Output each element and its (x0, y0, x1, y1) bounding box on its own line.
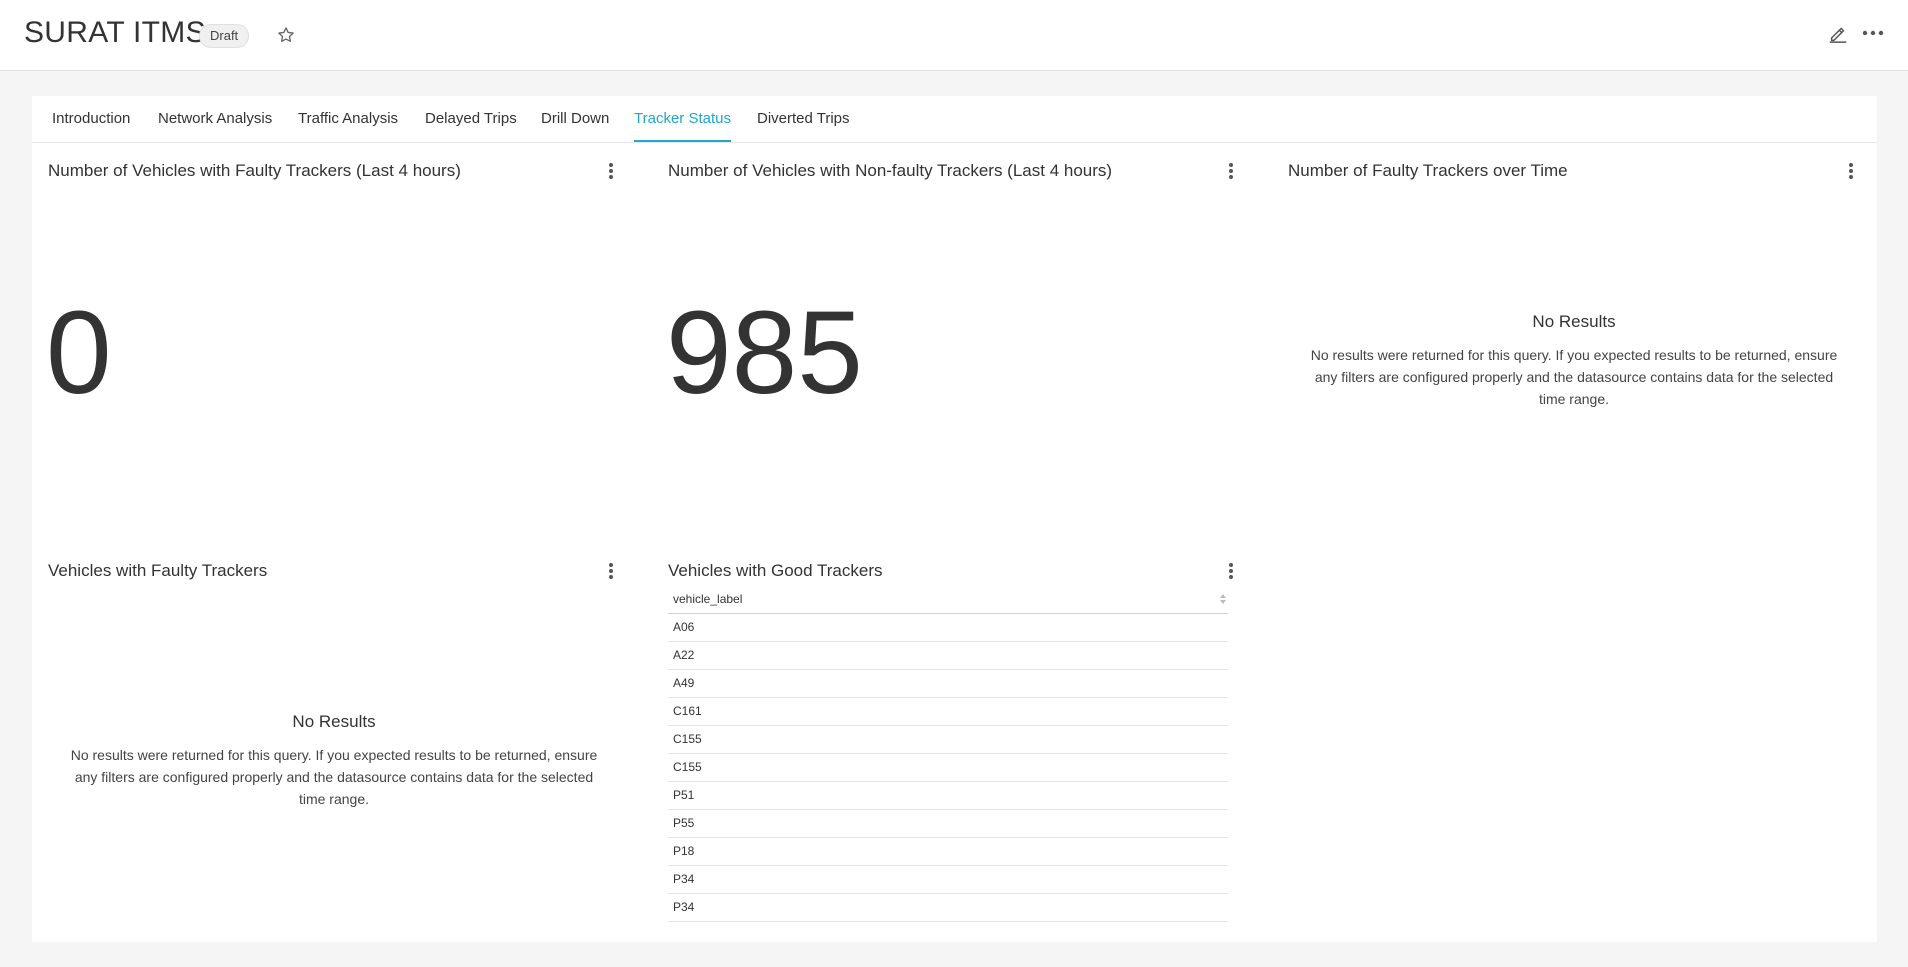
vehicles-table: vehicle_label A06 A22 A49 C161 C155 C155 P51 P5… (668, 585, 1228, 922)
panel-menu-icon[interactable] (604, 162, 618, 182)
column-label: vehicle_label (673, 592, 743, 606)
tab-tracker-status[interactable]: Tracker Status (634, 96, 731, 142)
tab-traffic-analysis[interactable]: Traffic Analysis (298, 96, 398, 142)
edit-icon[interactable] (1827, 22, 1849, 44)
dashboard-card: Introduction Network Analysis Traffic An… (32, 96, 1877, 942)
big-number-faulty: 0 (46, 287, 112, 419)
table-row: A49 (668, 670, 1228, 698)
panel-title-faulty-over-time: Number of Faulty Trackers over Time (1288, 161, 1568, 180)
no-results-text: No results were returned for this query.… (70, 747, 598, 807)
no-results-title: No Results (1532, 312, 1616, 331)
table-row: P34 (668, 866, 1228, 894)
tab-network-analysis[interactable]: Network Analysis (158, 96, 272, 142)
panel-menu-icon[interactable] (1224, 162, 1238, 182)
table-row: P51 (668, 782, 1228, 810)
tab-drill-down[interactable]: Drill Down (541, 96, 609, 142)
panel-title-good-vehicles: Vehicles with Good Trackers (668, 561, 883, 580)
big-number-nonfaulty: 985 (666, 287, 863, 419)
table-row: A06 (668, 614, 1228, 642)
sort-icon[interactable] (1218, 593, 1228, 605)
table-header-vehicle-label[interactable]: vehicle_label (668, 585, 1228, 614)
panel-title-nonfaulty-count: Number of Vehicles with Non-faulty Track… (668, 161, 1113, 180)
tab-bar: Introduction Network Analysis Traffic An… (32, 96, 1877, 143)
table-row: C155 (668, 726, 1228, 754)
tab-introduction[interactable]: Introduction (52, 96, 130, 142)
more-horizontal-icon[interactable] (1860, 22, 1886, 44)
table-row: C161 (668, 698, 1228, 726)
dashboard-header: SURAT ITMS Draft (0, 0, 1908, 71)
status-badge: Draft (199, 24, 250, 48)
tab-delayed-trips[interactable]: Delayed Trips (425, 96, 517, 142)
table-row: A22 (668, 642, 1228, 670)
panel-title-faulty-count: Number of Vehicles with Faulty Trackers … (48, 161, 461, 180)
panel-menu-icon[interactable] (1224, 562, 1238, 582)
panel-menu-icon[interactable] (1844, 162, 1858, 182)
table-row: P18 (668, 838, 1228, 866)
table-row: C155 (668, 754, 1228, 782)
no-results-title: No Results (292, 712, 376, 731)
tab-diverted-trips[interactable]: Diverted Trips (757, 96, 850, 142)
dashboard-title: SURAT ITMS (24, 16, 206, 49)
panel-menu-icon[interactable] (604, 562, 618, 582)
table-row: P55 (668, 810, 1228, 838)
no-results-text: No results were returned for this query.… (1310, 347, 1838, 407)
panel-title-faulty-vehicles: Vehicles with Faulty Trackers (48, 561, 268, 580)
table-row: P34 (668, 894, 1228, 922)
star-icon[interactable] (276, 25, 296, 45)
